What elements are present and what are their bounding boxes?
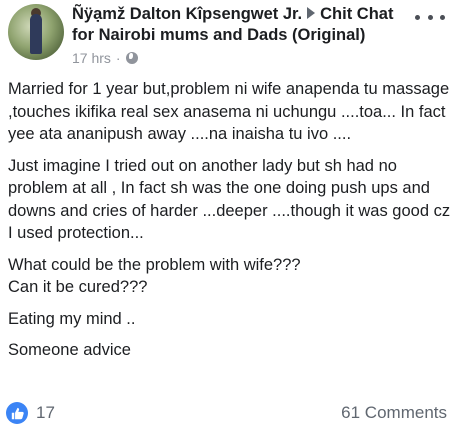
more-options-icon[interactable] bbox=[415, 10, 445, 24]
post-body: Married for 1 year but,problem ni wife a… bbox=[8, 78, 456, 371]
reaction-count[interactable]: 17 bbox=[36, 403, 55, 423]
arrow-right-icon bbox=[307, 7, 316, 19]
post-paragraph: Just imagine I tried out on another lady… bbox=[8, 156, 451, 243]
post-heading: Ñÿạmž Dalton Kîpsengwet Jr. Chit Chat for… bbox=[72, 4, 408, 46]
globe-icon bbox=[125, 52, 138, 64]
post-meta: 17 hrs · bbox=[72, 50, 138, 66]
post-time[interactable]: 17 hrs bbox=[72, 50, 111, 66]
post-paragraph: Someone advice bbox=[8, 341, 131, 359]
author-name[interactable]: Ñÿạmž Dalton Kîpsengwet Jr. bbox=[72, 5, 302, 23]
post-header: Ñÿạmž Dalton Kîpsengwet Jr. Chit Chat for… bbox=[0, 0, 461, 75]
author-avatar[interactable] bbox=[8, 4, 64, 60]
post-paragraph: What could be the problem with wife??? C… bbox=[8, 255, 301, 297]
post-paragraph: Eating my mind .. bbox=[8, 309, 136, 328]
meta-separator: · bbox=[115, 50, 121, 66]
thumbs-up-icon[interactable] bbox=[6, 402, 28, 424]
comments-link[interactable]: 61 Comments bbox=[341, 403, 447, 423]
post-footer: 17 61 Comments bbox=[0, 396, 461, 428]
post-paragraph: Married for 1 year but,problem ni wife a… bbox=[8, 80, 450, 143]
